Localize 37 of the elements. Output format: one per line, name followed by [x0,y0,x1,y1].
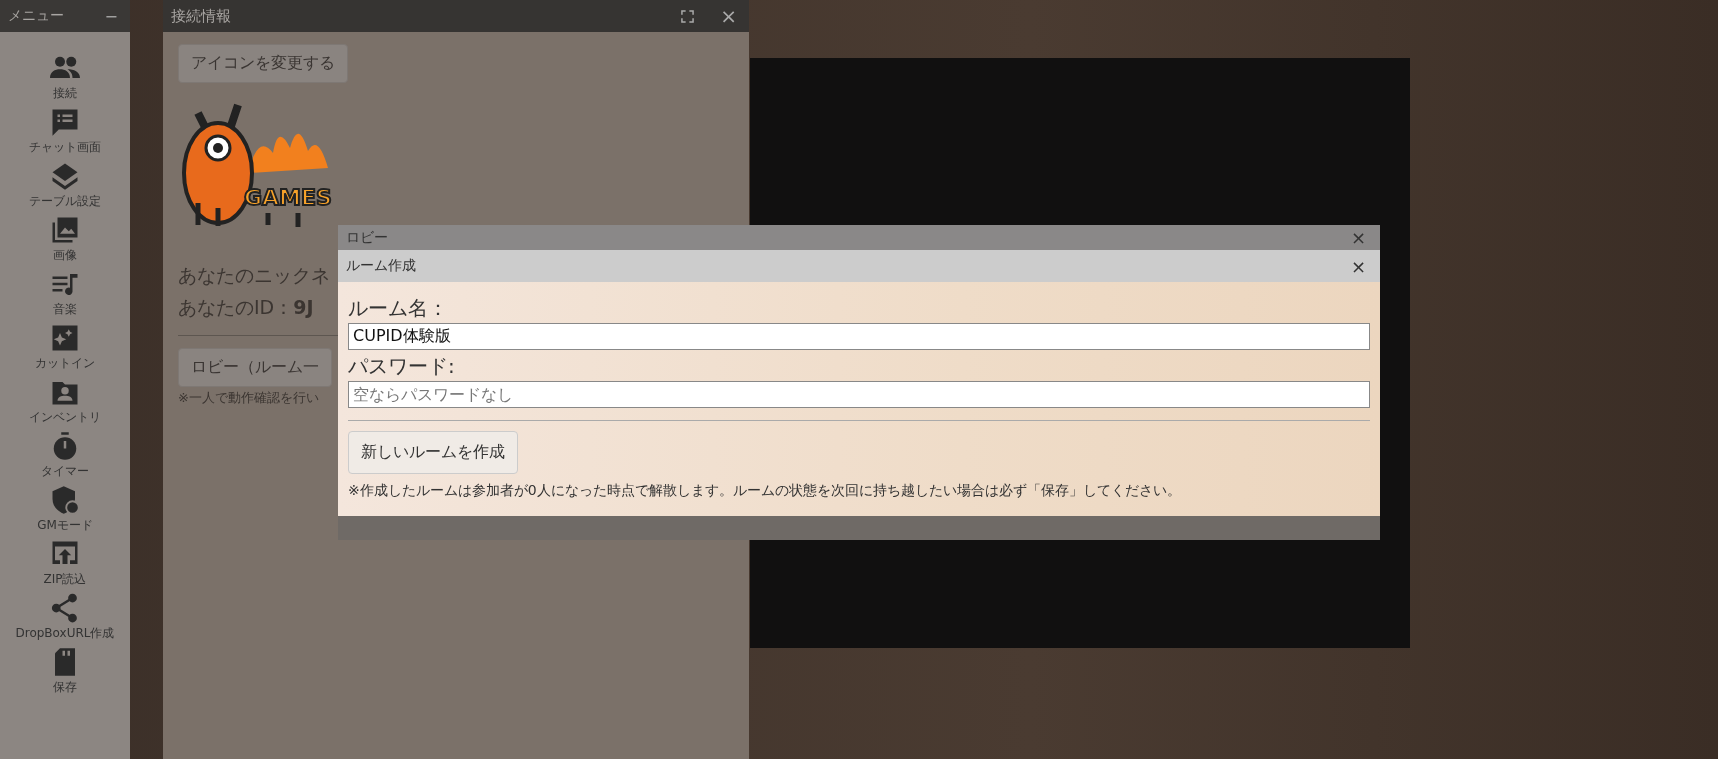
menu-item-label[interactable]: 音楽 [53,301,77,318]
menu-item-label[interactable]: タイマー [41,463,89,480]
password-label: パスワード: [348,353,455,380]
close-button[interactable]: × [1344,227,1372,248]
menu-item-label[interactable]: 接続 [53,85,77,102]
minimize-button[interactable]: − [100,6,122,26]
layers-icon[interactable] [50,161,80,191]
fullscreen-icon[interactable] [681,9,695,23]
menu-item-label[interactable]: 保存 [53,679,77,696]
clapper-icon[interactable] [50,323,80,353]
menu-item-label[interactable]: テーブル設定 [29,193,101,210]
chat-icon[interactable] [50,107,80,137]
menu-item-label[interactable]: インベントリ [29,409,101,426]
close-button[interactable]: × [716,4,741,28]
menu-item-label[interactable]: DropBoxURL作成 [15,625,115,642]
image-icon[interactable] [50,215,80,245]
change-icon-button[interactable]: アイコンを変更する [178,44,348,83]
room-name-label: ルーム名： [348,295,448,322]
close-button[interactable]: × [1344,255,1372,277]
user-id-text: あなたのID：9J [178,295,314,320]
nickname-text: あなたのニックネ [178,263,330,288]
menu-item-label[interactable]: ZIP読込 [43,571,87,588]
window-title: 接続情報 [171,6,231,26]
room-name-field[interactable]: CUPID体験版 [348,323,1370,350]
shield-icon[interactable] [50,485,80,515]
create-room-button[interactable]: 新しいルームを作成 [348,431,518,474]
menu-item-label[interactable]: GMモード [37,517,93,534]
dialog-title: ロビー [346,228,388,247]
note-text: ※作成したルームは参加者が0人になった時点で解散します。ルームの状態を次回に持ち越したい場合は必ず「保存」してください。 [348,482,1181,500]
lobby-button[interactable]: ロビー（ルーム一 [178,348,332,387]
share-icon[interactable] [50,593,80,623]
menu-item-label[interactable]: カットイン [35,355,95,372]
menu-item-label[interactable]: チャット画面 [29,139,101,156]
dialog-title: ルーム作成 [346,257,416,275]
password-field[interactable]: 空ならパスワードなし [348,381,1370,408]
menu-item-label[interactable]: 画像 [53,247,77,264]
menu-title: メニュー [8,7,64,25]
